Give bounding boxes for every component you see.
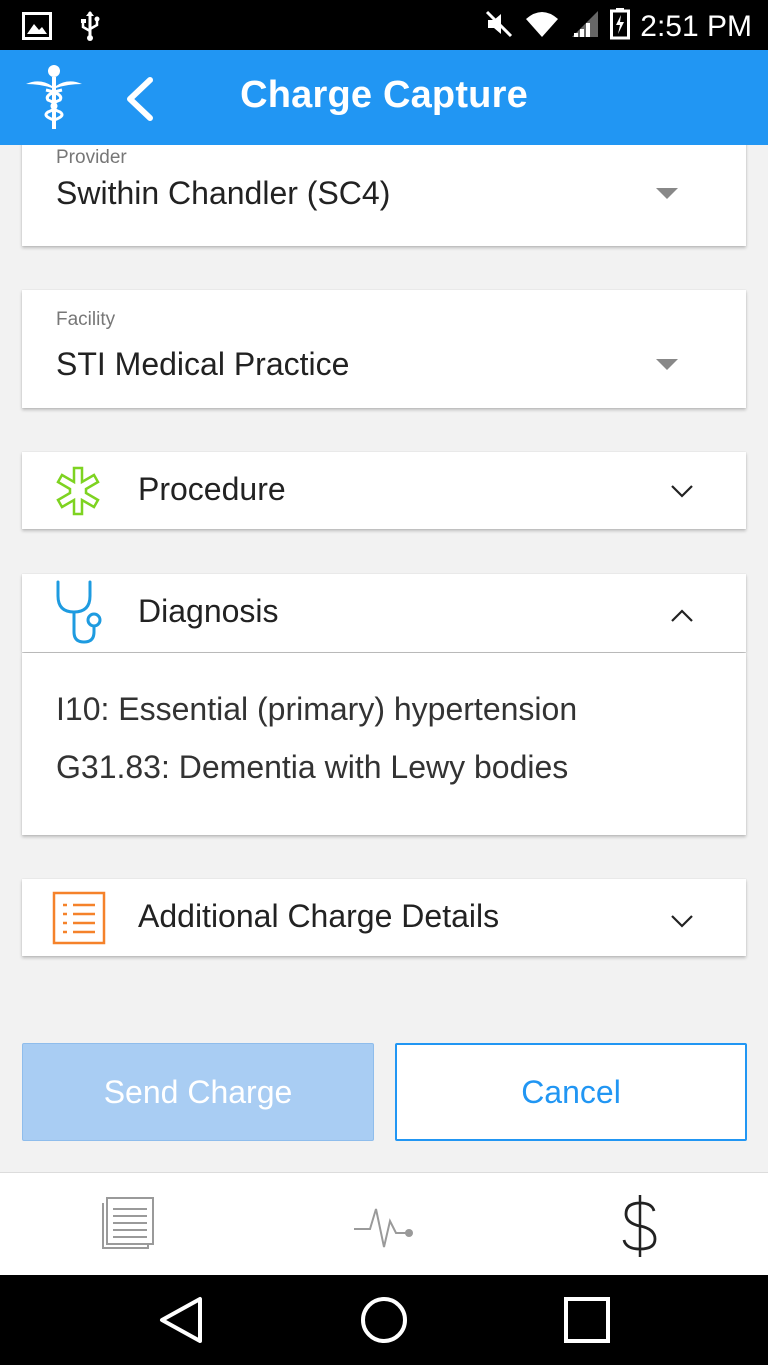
additional-details-title: Additional Charge Details <box>138 898 500 934</box>
vitals-icon[interactable] <box>352 1199 416 1256</box>
document-icon[interactable] <box>100 1195 156 1256</box>
procedure-title: Procedure <box>138 471 286 507</box>
system-nav <box>0 1275 768 1365</box>
provider-value: Swithin Chandler (SC4) <box>56 175 391 211</box>
list-item[interactable]: G31.83: Dementia with Lewy bodies <box>56 749 568 786</box>
stethoscope-icon <box>52 580 106 651</box>
diagnosis-section[interactable]: Diagnosis <box>22 574 746 652</box>
recents-square-icon[interactable] <box>563 1295 611 1350</box>
status-bar: 2:51 PM <box>0 0 768 50</box>
facility-value: STI Medical Practice <box>56 346 350 382</box>
provider-label: Provider <box>56 147 127 168</box>
cancel-button[interactable]: Cancel <box>395 1043 747 1141</box>
back-triangle-icon[interactable] <box>158 1295 204 1350</box>
muted-icon <box>484 9 514 44</box>
chevron-up-icon[interactable] <box>670 609 694 628</box>
facility-select[interactable]: Facility STI Medical Practice <box>22 290 746 408</box>
battery-charging-icon <box>610 8 631 45</box>
chevron-down-icon[interactable] <box>670 484 694 503</box>
wifi-icon <box>524 9 560 44</box>
diagnosis-list: I10: Essential (primary) hypertension G3… <box>22 653 746 835</box>
home-circle-icon[interactable] <box>360 1295 408 1350</box>
signal-icon <box>570 9 600 44</box>
list-icon <box>52 891 106 950</box>
dollar-icon[interactable] <box>618 1193 662 1264</box>
send-charge-button[interactable]: Send Charge <box>22 1043 374 1141</box>
provider-select[interactable]: Provider Swithin Chandler (SC4) <box>22 145 746 246</box>
facility-label: Facility <box>56 309 116 330</box>
chevron-down-icon[interactable] <box>670 914 694 933</box>
status-time: 2:51 PM <box>640 9 752 43</box>
asterisk-icon <box>52 466 104 521</box>
dropdown-arrow-icon <box>656 188 678 199</box>
usb-icon <box>80 10 100 47</box>
content-area: Provider Swithin Chandler (SC4) Facility… <box>0 145 768 1172</box>
page-title: Charge Capture <box>240 74 528 116</box>
app-bar: Charge Capture <box>0 50 768 145</box>
bottom-nav <box>0 1172 768 1276</box>
procedure-section[interactable]: Procedure <box>22 452 746 529</box>
dropdown-arrow-icon <box>656 359 678 370</box>
image-notification-icon <box>22 12 52 45</box>
list-item[interactable]: I10: Essential (primary) hypertension <box>56 691 577 728</box>
additional-details-section[interactable]: Additional Charge Details <box>22 879 746 956</box>
diagnosis-title: Diagnosis <box>138 593 279 629</box>
